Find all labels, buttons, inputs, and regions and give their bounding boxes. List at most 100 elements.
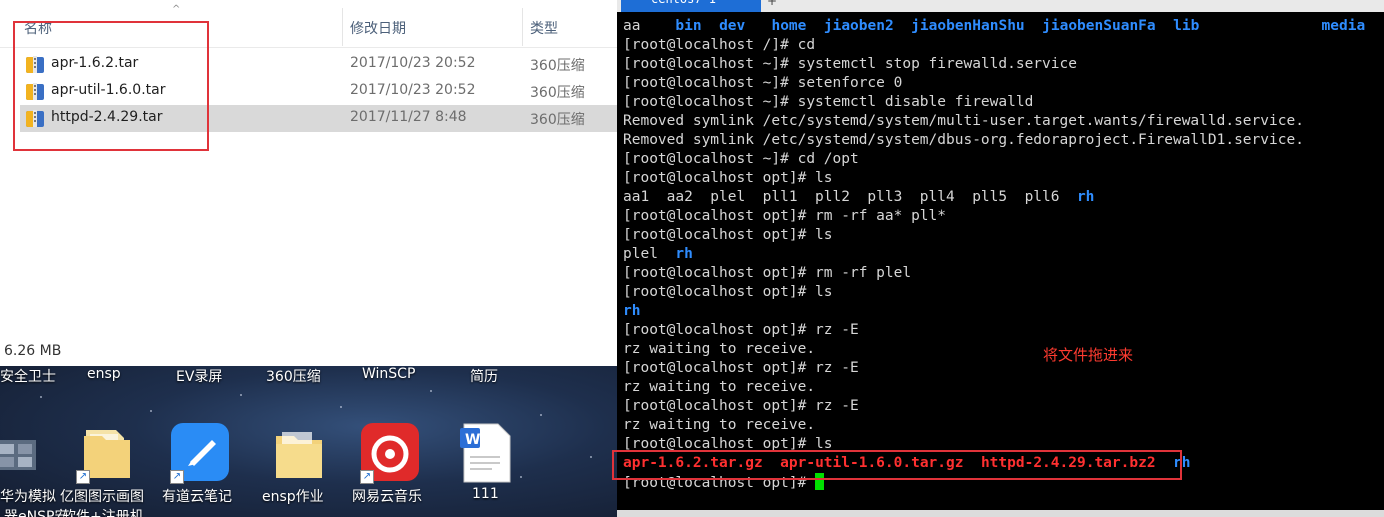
star [150,410,152,412]
terminal-line: rz waiting to receive. [623,340,1365,359]
terminal-text: [root@localhost ~]# systemctl stop firew… [623,56,1077,72]
terminal-line: [root@localhost opt]# rm -rf aa* pll* [623,207,1365,226]
terminal-text: aa1 aa2 plel pll1 pll2 pll3 pll4 pll5 pl… [623,189,1077,205]
terminal-line: Removed symlink /etc/systemd/system/mult… [623,112,1365,131]
desktop-icon-label: 111 [472,486,499,502]
terminal-line: [root@localhost opt]# rz -E [623,397,1365,416]
desktop-label-resume[interactable]: 简历 [470,366,498,386]
terminal-line: rz waiting to receive. [623,416,1365,435]
terminal-text: [root@localhost /]# cd [623,37,816,53]
terminal-tab-bar: centos7-1 + [617,0,1384,12]
file-date: 2017/11/27 8:48 [350,109,467,125]
desktop-label-winscp[interactable]: WinSCP [362,366,415,382]
terminal-line: rz waiting to receive. [623,378,1365,397]
directory-name: jiaoben2 [823,18,894,34]
desktop-label-ev-recorder[interactable]: EV录屏 [176,366,222,386]
folder-icon[interactable]: ↗ [76,422,138,484]
terminal-output[interactable]: aa bin dev home jiaoben2 jiaobenHanShu j… [623,17,1365,492]
desktop-icon-label-line2: 软件+注册机 [62,509,144,517]
terminal-line: [root@localhost opt]# ls [623,283,1365,302]
directory-name: dev [719,18,746,34]
column-date-header[interactable]: 修改日期 [350,18,406,38]
youdao-note-icon[interactable]: ↗ [170,422,232,484]
terminal-line: Removed symlink /etc/systemd/system/dbus… [623,131,1365,150]
screenshot-thumbnail-icon[interactable] [0,422,42,484]
directory-name: media [1321,18,1366,34]
terminal-text: [root@localhost opt]# rz -E [623,398,859,414]
terminal-line: [root@localhost opt]# ls [623,226,1365,245]
terminal-line: [root@localhost ~]# setenforce 0 [623,74,1365,93]
file-date: 2017/10/23 20:52 [350,82,476,98]
terminal-text: [root@localhost opt]# rz -E [623,360,859,376]
terminal-text: [root@localhost ~]# cd /opt [623,151,859,167]
terminal-text: rz waiting to receive. [623,379,816,395]
file-type: 360压缩 [530,85,585,101]
desktop-icon-label-line2: 器eNSP安 [4,509,69,517]
file-highlight-box [13,21,209,151]
file-type: 360压缩 [530,58,585,74]
directory-name: jiaobenSuanFa [1042,18,1156,34]
word-document-icon[interactable]: W [456,422,518,484]
terminal-text: rz waiting to receive. [623,417,816,433]
desktop-icon-label: 有道云笔记 [162,489,232,505]
sort-ascending-icon: ^ [172,4,181,15]
svg-text:W: W [465,432,480,448]
directory-name: lib [1173,18,1200,34]
status-selected-size: 6.26 MB [4,343,62,359]
star [340,406,342,408]
desktop-icon-label: 华为模拟 [0,489,56,505]
file-explorer: ^ 名称 修改日期 类型 apr-1.6.2.tar 2017/10/23 20… [0,0,617,366]
terminal-line: [root@localhost opt]# rz -E [623,359,1365,378]
directory-name: home [771,18,807,34]
directory-name: rh [623,303,641,319]
terminal-text: [root@localhost opt]# rm -rf aa* pll* [623,208,947,224]
column-divider[interactable] [342,8,343,46]
terminal-line: [root@localhost opt]# rm -rf plel [623,264,1365,283]
desktop-icon-label: 亿图图示画图 [60,489,144,505]
shortcut-arrow-icon: ↗ [170,470,184,484]
terminal-line: plel rh [623,245,1365,264]
terminal-text: [root@localhost opt]# rm -rf plel [623,265,912,281]
terminal-line: [root@localhost ~]# systemctl disable fi… [623,93,1365,112]
terminal-text: [root@localhost opt]# rz -E [623,322,859,338]
file-date: 2017/10/23 20:52 [350,55,476,71]
terminal-bottom-bar [617,510,1384,517]
terminal-text: plel [623,246,676,262]
desktop: 安全卫士 ensp EV录屏 360压缩 WinSCP 简历 华为模拟 器eNS… [0,366,617,517]
column-divider[interactable] [522,8,523,46]
terminal-line: [root@localhost /]# cd [623,36,1365,55]
file-type: 360压缩 [530,112,585,128]
folder-icon[interactable] [268,422,330,484]
desktop-label-ensp[interactable]: ensp [87,366,121,382]
terminal-text: [root@localhost ~]# setenforce 0 [623,75,903,91]
terminal-window[interactable]: centos7-1 + aa bin dev home jiaoben2 jia… [617,0,1384,517]
archive-highlight-box [612,450,1182,480]
terminal-text: aa [623,18,676,34]
desktop-label-security[interactable]: 安全卫士 [0,366,56,386]
star [520,476,522,478]
directory-name: bin [675,18,702,34]
desktop-label-360zip[interactable]: 360压缩 [266,366,321,386]
terminal-text: [root@localhost ~]# systemctl disable fi… [623,94,1034,110]
terminal-line: rh [623,302,1365,321]
new-tab-icon[interactable]: + [767,0,777,8]
terminal-session-tab[interactable]: centos7-1 [621,0,761,12]
terminal-text: [root@localhost opt]# ls [623,284,833,300]
desktop-icon-label: ensp作业 [262,489,324,505]
star [430,390,432,392]
terminal-text: [root@localhost opt]# ls [623,227,833,243]
terminal-text: Removed symlink /etc/systemd/system/dbus… [623,132,1304,148]
terminal-line: [root@localhost ~]# cd /opt [623,150,1365,169]
terminal-line: [root@localhost opt]# rz -E [623,321,1365,340]
directory-name: jiaobenHanShu [911,18,1025,34]
shortcut-arrow-icon: ↗ [76,470,90,484]
shortcut-arrow-icon: ↗ [360,470,374,484]
netease-music-icon[interactable]: ↗ [360,422,422,484]
column-type-header[interactable]: 类型 [530,18,558,38]
